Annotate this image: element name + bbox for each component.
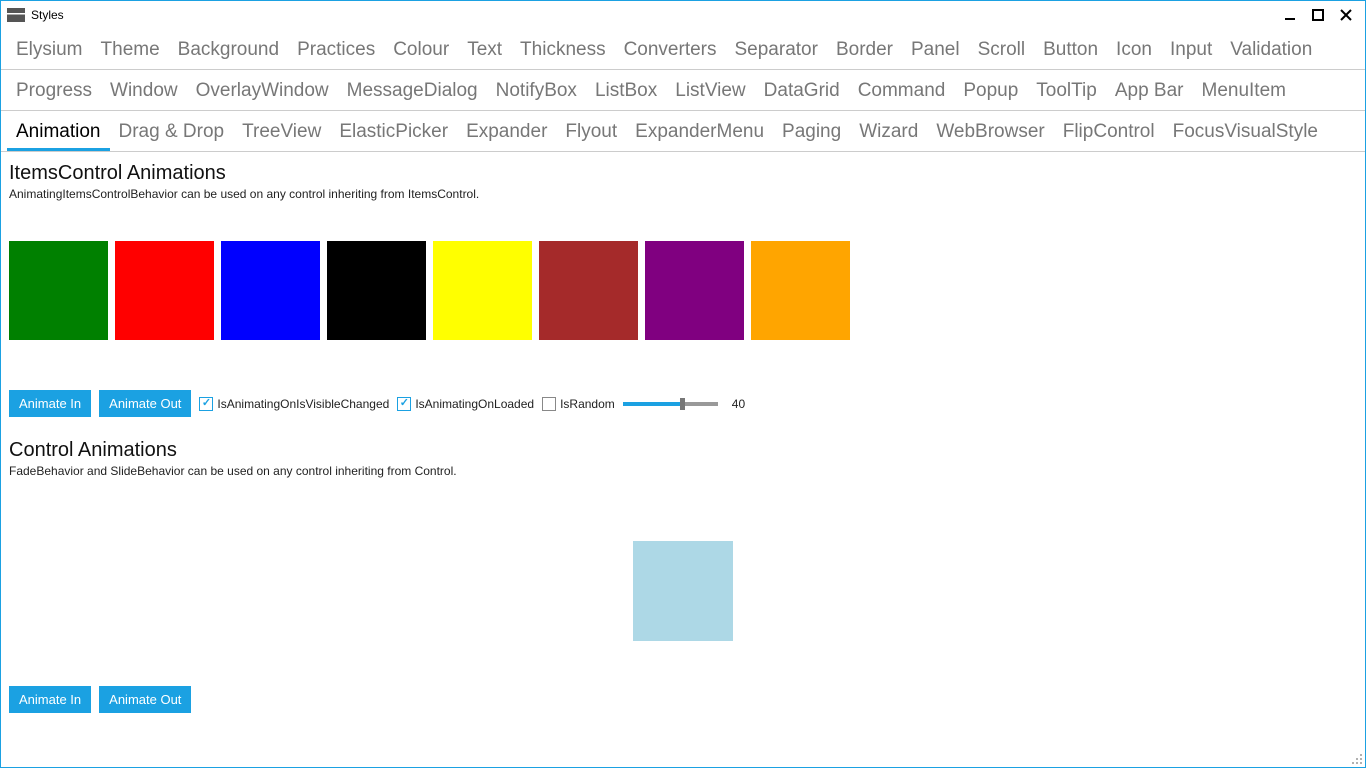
tab-text[interactable]: Text xyxy=(458,33,511,69)
checkbox-random-label: IsRandom xyxy=(560,397,615,411)
checkbox-loaded[interactable] xyxy=(397,397,411,411)
tab-overlaywindow[interactable]: OverlayWindow xyxy=(187,74,338,110)
control-animations-controls: Animate In Animate Out xyxy=(9,686,1357,713)
tab-panel[interactable]: Panel xyxy=(902,33,969,69)
tab-strip-row2: ProgressWindowOverlayWindowMessageDialog… xyxy=(1,70,1365,111)
tab-practices[interactable]: Practices xyxy=(288,33,384,69)
tab-paging[interactable]: Paging xyxy=(773,115,850,151)
slider-track-inactive xyxy=(682,402,718,406)
tab-separator[interactable]: Separator xyxy=(726,33,827,69)
items-control-swatches xyxy=(9,241,1357,340)
check-random: IsRandom xyxy=(542,397,615,411)
tab-expandermenu[interactable]: ExpanderMenu xyxy=(626,115,773,151)
tab-button[interactable]: Button xyxy=(1034,33,1107,69)
tab-listbox[interactable]: ListBox xyxy=(586,74,666,110)
control-swatch xyxy=(633,541,733,641)
tab-treeview[interactable]: TreeView xyxy=(233,115,330,151)
items-control-title: ItemsControl Animations xyxy=(9,162,1357,185)
tab-strip-row3: AnimationDrag & DropTreeViewElasticPicke… xyxy=(1,111,1365,152)
slider-track-active xyxy=(623,402,682,406)
tab-elysium[interactable]: Elysium xyxy=(7,33,92,69)
swatch-4 xyxy=(433,241,532,340)
control-animate-out-button[interactable]: Animate Out xyxy=(99,686,191,713)
tab-messagedialog[interactable]: MessageDialog xyxy=(338,74,487,110)
animation-slider[interactable] xyxy=(623,397,718,411)
app-window: Styles ElysiumThemeBackgroundPracticesCo… xyxy=(0,0,1366,768)
tab-app-bar[interactable]: App Bar xyxy=(1106,74,1193,110)
close-button[interactable] xyxy=(1339,8,1353,22)
title-bar: Styles xyxy=(1,1,1365,29)
control-desc: FadeBehavior and SlideBehavior can be us… xyxy=(9,464,1357,478)
swatch-2 xyxy=(221,241,320,340)
tab-colour[interactable]: Colour xyxy=(384,33,458,69)
tab-converters[interactable]: Converters xyxy=(615,33,726,69)
tab-flipcontrol[interactable]: FlipControl xyxy=(1054,115,1164,151)
swatch-1 xyxy=(115,241,214,340)
swatch-0 xyxy=(9,241,108,340)
tab-window[interactable]: Window xyxy=(101,74,187,110)
tab-listview[interactable]: ListView xyxy=(666,74,754,110)
checkbox-random[interactable] xyxy=(542,397,556,411)
tab-webbrowser[interactable]: WebBrowser xyxy=(927,115,1053,151)
control-swatch-area xyxy=(9,496,1357,686)
items-control-controls: Animate In Animate Out IsAnimatingOnIsVi… xyxy=(9,390,1357,417)
swatch-6 xyxy=(645,241,744,340)
check-loaded: IsAnimatingOnLoaded xyxy=(397,397,534,411)
app-icon xyxy=(7,8,25,22)
control-animate-in-button[interactable]: Animate In xyxy=(9,686,91,713)
tab-tooltip[interactable]: ToolTip xyxy=(1027,74,1106,110)
window-title: Styles xyxy=(31,8,64,22)
slider-value: 40 xyxy=(732,397,745,411)
tab-elasticpicker[interactable]: ElasticPicker xyxy=(330,115,457,151)
tab-theme[interactable]: Theme xyxy=(92,33,169,69)
tab-notifybox[interactable]: NotifyBox xyxy=(487,74,586,110)
tab-icon[interactable]: Icon xyxy=(1107,33,1161,69)
content-area: ItemsControl Animations AnimatingItemsCo… xyxy=(1,152,1365,767)
tab-menuitem[interactable]: MenuItem xyxy=(1193,74,1295,110)
control-title: Control Animations xyxy=(9,439,1357,462)
tab-wizard[interactable]: Wizard xyxy=(850,115,927,151)
check-visible: IsAnimatingOnIsVisibleChanged xyxy=(199,397,389,411)
tab-border[interactable]: Border xyxy=(827,33,902,69)
resize-grip[interactable] xyxy=(1351,753,1363,765)
maximize-button[interactable] xyxy=(1311,8,1325,22)
tab-drag-drop[interactable]: Drag & Drop xyxy=(110,115,234,151)
tab-command[interactable]: Command xyxy=(849,74,955,110)
tab-progress[interactable]: Progress xyxy=(7,74,101,110)
tab-strip-row1: ElysiumThemeBackgroundPracticesColourTex… xyxy=(1,29,1365,70)
tab-expander[interactable]: Expander xyxy=(457,115,556,151)
checkbox-loaded-label: IsAnimatingOnLoaded xyxy=(415,397,534,411)
items-control-desc: AnimatingItemsControlBehavior can be use… xyxy=(9,187,1357,201)
window-controls xyxy=(1283,8,1361,22)
swatch-3 xyxy=(327,241,426,340)
swatch-5 xyxy=(539,241,638,340)
minimize-button[interactable] xyxy=(1283,8,1297,22)
animate-in-button[interactable]: Animate In xyxy=(9,390,91,417)
checkbox-visible-label: IsAnimatingOnIsVisibleChanged xyxy=(217,397,389,411)
checkbox-visible[interactable] xyxy=(199,397,213,411)
tab-animation[interactable]: Animation xyxy=(7,115,110,151)
tab-thickness[interactable]: Thickness xyxy=(511,33,615,69)
tab-popup[interactable]: Popup xyxy=(954,74,1027,110)
tab-flyout[interactable]: Flyout xyxy=(556,115,626,151)
tab-validation[interactable]: Validation xyxy=(1221,33,1321,69)
animate-out-button[interactable]: Animate Out xyxy=(99,390,191,417)
swatch-7 xyxy=(751,241,850,340)
tab-focusvisualstyle[interactable]: FocusVisualStyle xyxy=(1164,115,1327,151)
slider-thumb[interactable] xyxy=(680,398,685,410)
tab-background[interactable]: Background xyxy=(169,33,288,69)
tab-datagrid[interactable]: DataGrid xyxy=(755,74,849,110)
tab-input[interactable]: Input xyxy=(1161,33,1221,69)
tab-scroll[interactable]: Scroll xyxy=(969,33,1035,69)
